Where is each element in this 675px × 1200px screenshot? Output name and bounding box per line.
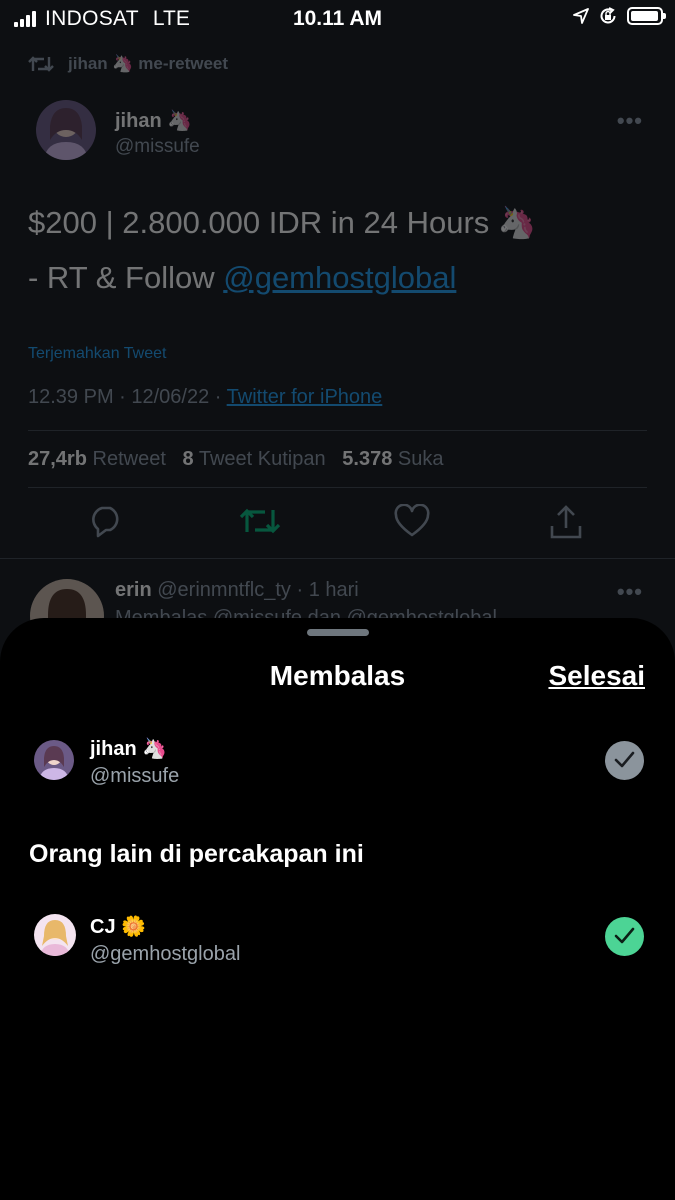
tweet-actions: [0, 504, 675, 544]
quote-count[interactable]: 8: [183, 448, 194, 470]
status-bar: INDOSAT LTE 10.11 AM: [0, 0, 675, 38]
author-avatar[interactable]: [36, 100, 96, 160]
reply-header: erin @erinmntflc_ty · 1 hari: [115, 579, 359, 602]
divider: [28, 430, 647, 431]
retweeted-by-text: jihan 🦄 me-retweet: [68, 54, 229, 73]
user-name: CJ 🌼: [90, 916, 147, 938]
orientation-lock-icon: [600, 7, 616, 24]
more-options-icon[interactable]: •••: [617, 108, 643, 134]
done-button[interactable]: Selesai: [548, 660, 645, 692]
tweet-text-line2: - RT & Follow @gemhostglobal: [28, 260, 456, 296]
user-row-gemhostglobal[interactable]: CJ 🌼 @gemhostglobal: [0, 914, 675, 984]
source-link[interactable]: Twitter for iPhone: [227, 386, 383, 408]
like-icon[interactable]: [394, 504, 430, 538]
like-count[interactable]: 5.378: [342, 448, 392, 470]
retweet-icon: [28, 56, 54, 72]
tweet-text-prefix: - RT & Follow: [28, 260, 224, 295]
tweet-timestamp: 12.39 PM · 12/06/22 ·: [28, 386, 227, 408]
translate-tweet-link[interactable]: Terjemahkan Tweet: [28, 345, 166, 363]
author-handle[interactable]: @missufe: [115, 136, 200, 158]
retweet-icon[interactable]: [239, 504, 281, 538]
checkmark-icon[interactable]: [605, 741, 644, 780]
tweet-meta: 12.39 PM · 12/06/22 · Twitter for iPhone: [28, 386, 382, 409]
tweet-stats: 27,4rb Retweet 8 Tweet Kutipan 5.378 Suk…: [28, 448, 444, 471]
battery-icon: [627, 7, 666, 25]
quote-label[interactable]: Tweet Kutipan: [199, 448, 326, 470]
divider: [28, 487, 647, 488]
tweet-text-line1: $200 | 2.800.000 IDR in 24 Hours 🦄: [28, 205, 537, 240]
reply-icon[interactable]: [88, 504, 124, 538]
retweet-context: jihan 🦄 me-retweet: [28, 54, 228, 74]
replying-to-sheet: Membalas Selesai jihan 🦄 @missufe Orang …: [0, 618, 675, 1200]
sheet-grabber[interactable]: [307, 629, 369, 636]
retweet-count[interactable]: 27,4rb: [28, 448, 87, 470]
user-name: jihan 🦄: [90, 738, 168, 760]
user-handle: @gemhostglobal: [90, 943, 241, 965]
location-icon: [573, 8, 589, 24]
share-icon[interactable]: [548, 504, 584, 540]
user-row-missufe[interactable]: jihan 🦄 @missufe: [0, 736, 675, 806]
more-options-icon[interactable]: •••: [617, 579, 643, 605]
mention-link[interactable]: @gemhostglobal: [223, 260, 456, 295]
reply-author-name[interactable]: erin: [115, 579, 152, 601]
reply-handle-time: @erinmntflc_ty · 1 hari: [157, 579, 359, 601]
retweet-label[interactable]: Retweet: [93, 448, 166, 470]
avatar: [34, 914, 76, 956]
like-label[interactable]: Suka: [398, 448, 444, 470]
avatar: [34, 740, 74, 780]
checkmark-icon[interactable]: [605, 917, 644, 956]
others-heading: Orang lain di percakapan ini: [29, 840, 364, 868]
user-handle: @missufe: [90, 765, 180, 787]
author-name[interactable]: jihan 🦄: [115, 108, 192, 133]
